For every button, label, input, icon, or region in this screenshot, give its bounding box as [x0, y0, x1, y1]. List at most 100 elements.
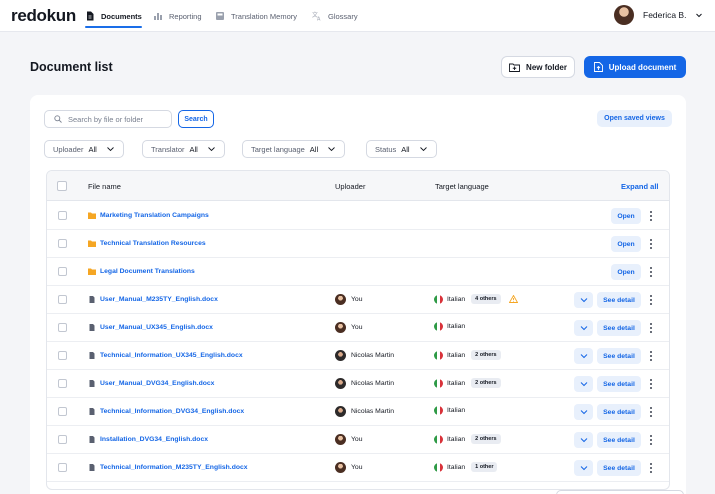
see-detail-button[interactable]: See detail — [597, 348, 641, 364]
file-name-link[interactable]: Technical Translation Resources — [100, 240, 206, 247]
file-name-link[interactable]: Technical_Information_UX345_English.docx — [100, 352, 243, 359]
chevron-down-icon — [328, 147, 335, 152]
filter-value: All — [189, 144, 198, 154]
more-actions-icon[interactable] — [648, 266, 654, 278]
more-actions-icon[interactable] — [648, 462, 654, 474]
row-checkbox[interactable] — [58, 379, 67, 388]
expand-row-button[interactable] — [574, 348, 593, 364]
filter-value: All — [309, 144, 319, 154]
file-icon — [89, 296, 95, 303]
other-languages-badge[interactable]: 1 other — [471, 462, 498, 472]
more-actions-icon[interactable] — [648, 210, 654, 222]
row-checkbox[interactable] — [58, 267, 67, 276]
more-actions-icon[interactable] — [648, 378, 654, 390]
filter-translator[interactable]: Translator All — [142, 140, 225, 158]
file-name-link[interactable]: Marketing Translation Campaigns — [100, 212, 209, 219]
row-checkbox[interactable] — [58, 239, 67, 248]
folder-row[interactable]: Technical Translation Resources Open — [47, 230, 669, 258]
filter-status[interactable]: Status All — [366, 140, 437, 158]
file-name-link[interactable]: User_Manual_DVG34_English.docx — [100, 380, 214, 387]
search-input[interactable] — [68, 114, 164, 124]
file-row[interactable]: Technical_Information_UX345_English.docx… — [47, 342, 669, 370]
row-checkbox[interactable] — [58, 463, 67, 472]
more-actions-icon[interactable] — [648, 238, 654, 250]
expand-row-button[interactable] — [574, 460, 593, 476]
other-languages-badge[interactable]: 2 others — [471, 350, 501, 360]
expand-row-button[interactable] — [574, 432, 593, 448]
row-checkbox[interactable] — [58, 295, 67, 304]
open-saved-views-button[interactable]: Open saved views — [597, 110, 672, 127]
see-detail-button[interactable]: See detail — [597, 376, 641, 392]
open-folder-button[interactable]: Open — [611, 264, 641, 280]
more-actions-icon[interactable] — [648, 406, 654, 418]
language-name: Italian — [447, 295, 466, 303]
filter-uploader[interactable]: Uploader All — [44, 140, 124, 158]
filter-target-language[interactable]: Target language All — [242, 140, 346, 158]
column-file-name[interactable]: File name — [88, 182, 121, 191]
file-row[interactable]: User_Manual_DVG34_English.docx Nicolas Ma… — [47, 370, 669, 398]
upload-file-icon — [593, 62, 603, 72]
search-button[interactable]: Search — [178, 110, 214, 128]
other-languages-badge[interactable]: 2 others — [471, 434, 501, 444]
more-actions-icon[interactable] — [648, 350, 654, 362]
folder-icon — [88, 240, 96, 247]
file-row[interactable]: User_Manual_UX345_English.docx You Italian… — [47, 314, 669, 342]
user-avatar — [614, 5, 634, 25]
more-actions-icon[interactable] — [648, 294, 654, 306]
row-checkbox[interactable] — [58, 435, 67, 444]
uploader-avatar — [335, 434, 346, 445]
expand-all-link[interactable]: Expand all — [621, 182, 659, 191]
redokun-logo[interactable]: redokun — [11, 6, 76, 26]
other-languages-badge[interactable]: 2 others — [471, 378, 501, 388]
row-checkbox[interactable] — [58, 407, 67, 416]
see-detail-button[interactable]: See detail — [597, 292, 641, 308]
target-language-cell: Italian — [434, 322, 465, 331]
nav-translation-memory[interactable]: Translation Memory — [215, 0, 297, 32]
row-checkbox[interactable] — [58, 211, 67, 220]
column-target-language[interactable]: Target language — [435, 182, 489, 191]
expand-row-button[interactable] — [574, 376, 593, 392]
see-detail-button[interactable]: See detail — [597, 432, 641, 448]
row-checkbox[interactable] — [58, 351, 67, 360]
pagination-control[interactable] — [556, 490, 684, 494]
more-actions-icon[interactable] — [648, 322, 654, 334]
expand-row-button[interactable] — [574, 320, 593, 336]
other-languages-badge[interactable]: 4 others — [471, 294, 501, 304]
folder-row[interactable]: Legal Document Translations Open — [47, 258, 669, 286]
see-detail-button[interactable]: See detail — [597, 460, 641, 476]
more-actions-icon[interactable] — [648, 434, 654, 446]
file-name-link[interactable]: User_Manual_M235TY_English.docx — [100, 296, 218, 303]
file-icon — [89, 464, 95, 471]
select-all-checkbox[interactable] — [57, 181, 67, 191]
file-row[interactable]: Technical_Information_DVG34_English.docx… — [47, 398, 669, 426]
search-field[interactable] — [44, 110, 172, 128]
nav-glossary[interactable]: 文A Glossary — [312, 0, 358, 32]
see-detail-button[interactable]: See detail — [597, 320, 641, 336]
language-name: Italian — [447, 435, 466, 443]
expand-row-button[interactable] — [574, 292, 593, 308]
expand-row-button[interactable] — [574, 404, 593, 420]
chevron-down-icon — [580, 298, 587, 303]
open-folder-button[interactable]: Open — [611, 208, 641, 224]
open-folder-button[interactable]: Open — [611, 236, 641, 252]
file-row[interactable]: Technical_Information_M235TY_English.doc… — [47, 454, 669, 482]
new-folder-button[interactable]: New folder — [501, 56, 575, 78]
target-language-cell: Italian 1 other — [434, 462, 498, 472]
folder-row[interactable]: Marketing Translation Campaigns Open — [47, 202, 669, 230]
row-checkbox[interactable] — [58, 323, 67, 332]
upload-document-button[interactable]: Upload document — [584, 56, 686, 78]
file-row[interactable]: Installation_DVG34_English.docx You Italia… — [47, 426, 669, 454]
file-name-link[interactable]: User_Manual_UX345_English.docx — [100, 324, 213, 331]
file-name-link[interactable]: Installation_DVG34_English.docx — [100, 436, 208, 443]
file-name-link[interactable]: Technical_Information_M235TY_English.doc… — [100, 464, 248, 471]
user-menu[interactable]: Federica B. — [614, 5, 703, 25]
file-name-link[interactable]: Technical_Information_DVG34_English.docx — [100, 408, 244, 415]
file-name-link[interactable]: Legal Document Translations — [100, 268, 195, 275]
column-uploader[interactable]: Uploader — [335, 182, 365, 191]
nav-documents[interactable]: Documents — [85, 0, 142, 32]
nav-reporting[interactable]: Reporting — [153, 0, 202, 32]
file-row[interactable]: User_Manual_M235TY_English.docx You Italia… — [47, 286, 669, 314]
see-detail-button[interactable]: See detail — [597, 404, 641, 420]
filter-label: Status — [375, 144, 397, 154]
uploader-name: You — [351, 296, 363, 303]
